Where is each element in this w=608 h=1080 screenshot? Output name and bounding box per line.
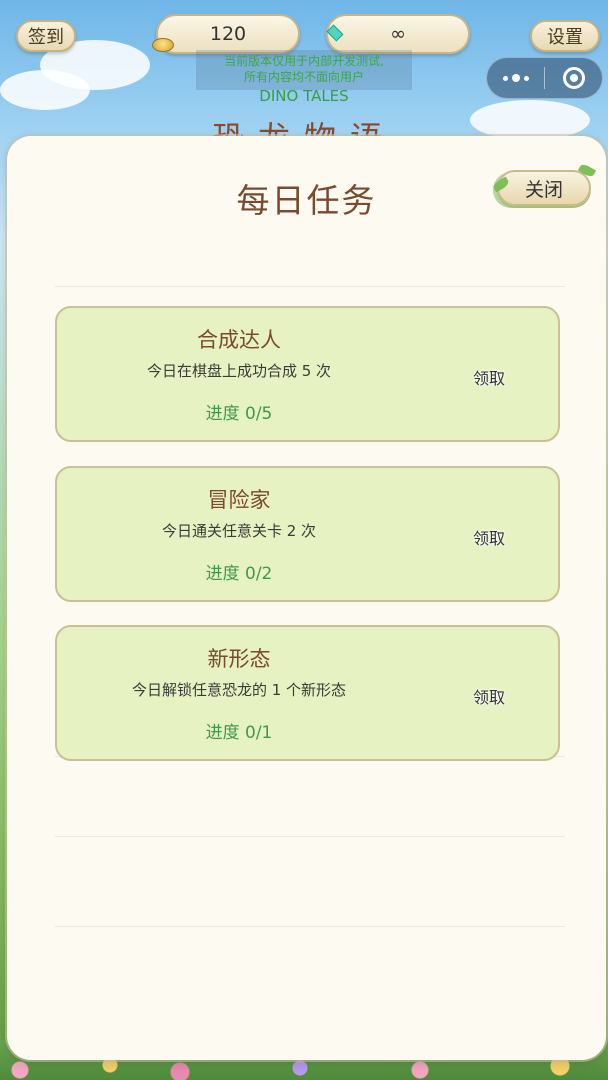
task-card: 新形态 今日解锁任意恐龙的 1 个新形态 进度 0/1 领取 xyxy=(55,625,560,761)
settings-button[interactable]: 设置 xyxy=(530,20,600,52)
signin-button[interactable]: 签到 xyxy=(16,20,76,52)
dev-notice-line2: 所有内容均不面向用户 xyxy=(243,70,364,84)
gem-count: ∞ xyxy=(390,23,406,45)
claim-button[interactable]: 领取 xyxy=(461,524,517,550)
task-description: 今日通关任意关卡 2 次 xyxy=(161,522,317,540)
settings-label: 设置 xyxy=(547,27,583,48)
task-card: 冒险家 今日通关任意关卡 2 次 进度 0/2 领取 xyxy=(55,466,560,602)
task-progress: 进度 0/5 xyxy=(205,404,273,424)
faded-list-row xyxy=(55,756,565,822)
task-description: 今日解锁任意恐龙的 1 个新形态 xyxy=(131,681,347,699)
coin-counter: 120 xyxy=(156,14,300,54)
task-name: 冒险家 xyxy=(207,488,271,512)
daily-tasks-modal: 每日任务 关闭 合成达人 今日在棋盘上成功合成 5 次 进度 0/5 领取 冒险… xyxy=(7,136,606,1060)
task-name: 新形态 xyxy=(207,647,271,671)
signin-label: 签到 xyxy=(28,27,64,48)
dev-notice-line1: 当前版本仅用于内部开发测试, xyxy=(224,54,384,68)
task-progress: 进度 0/1 xyxy=(205,723,273,743)
coin-count: 120 xyxy=(209,23,247,45)
more-icon[interactable] xyxy=(487,58,544,98)
faded-list-row xyxy=(55,836,565,902)
close-button[interactable]: 关闭 xyxy=(497,170,591,206)
coin-icon xyxy=(152,38,174,52)
task-progress: 进度 0/2 xyxy=(205,564,273,584)
close-label: 关闭 xyxy=(524,178,563,201)
dev-notice: 当前版本仅用于内部开发测试, 所有内容均不面向用户 xyxy=(196,50,412,90)
gem-counter: ∞ xyxy=(326,14,470,54)
miniprogram-capsule xyxy=(486,57,603,99)
close-circle-icon[interactable] xyxy=(545,58,602,98)
task-card: 合成达人 今日在棋盘上成功合成 5 次 进度 0/5 领取 xyxy=(55,306,560,442)
claim-button[interactable]: 领取 xyxy=(461,683,517,709)
faded-list-row xyxy=(55,926,565,992)
task-description: 今日在棋盘上成功合成 5 次 xyxy=(146,362,332,380)
claim-button[interactable]: 领取 xyxy=(461,364,517,390)
task-name: 合成达人 xyxy=(197,328,281,352)
